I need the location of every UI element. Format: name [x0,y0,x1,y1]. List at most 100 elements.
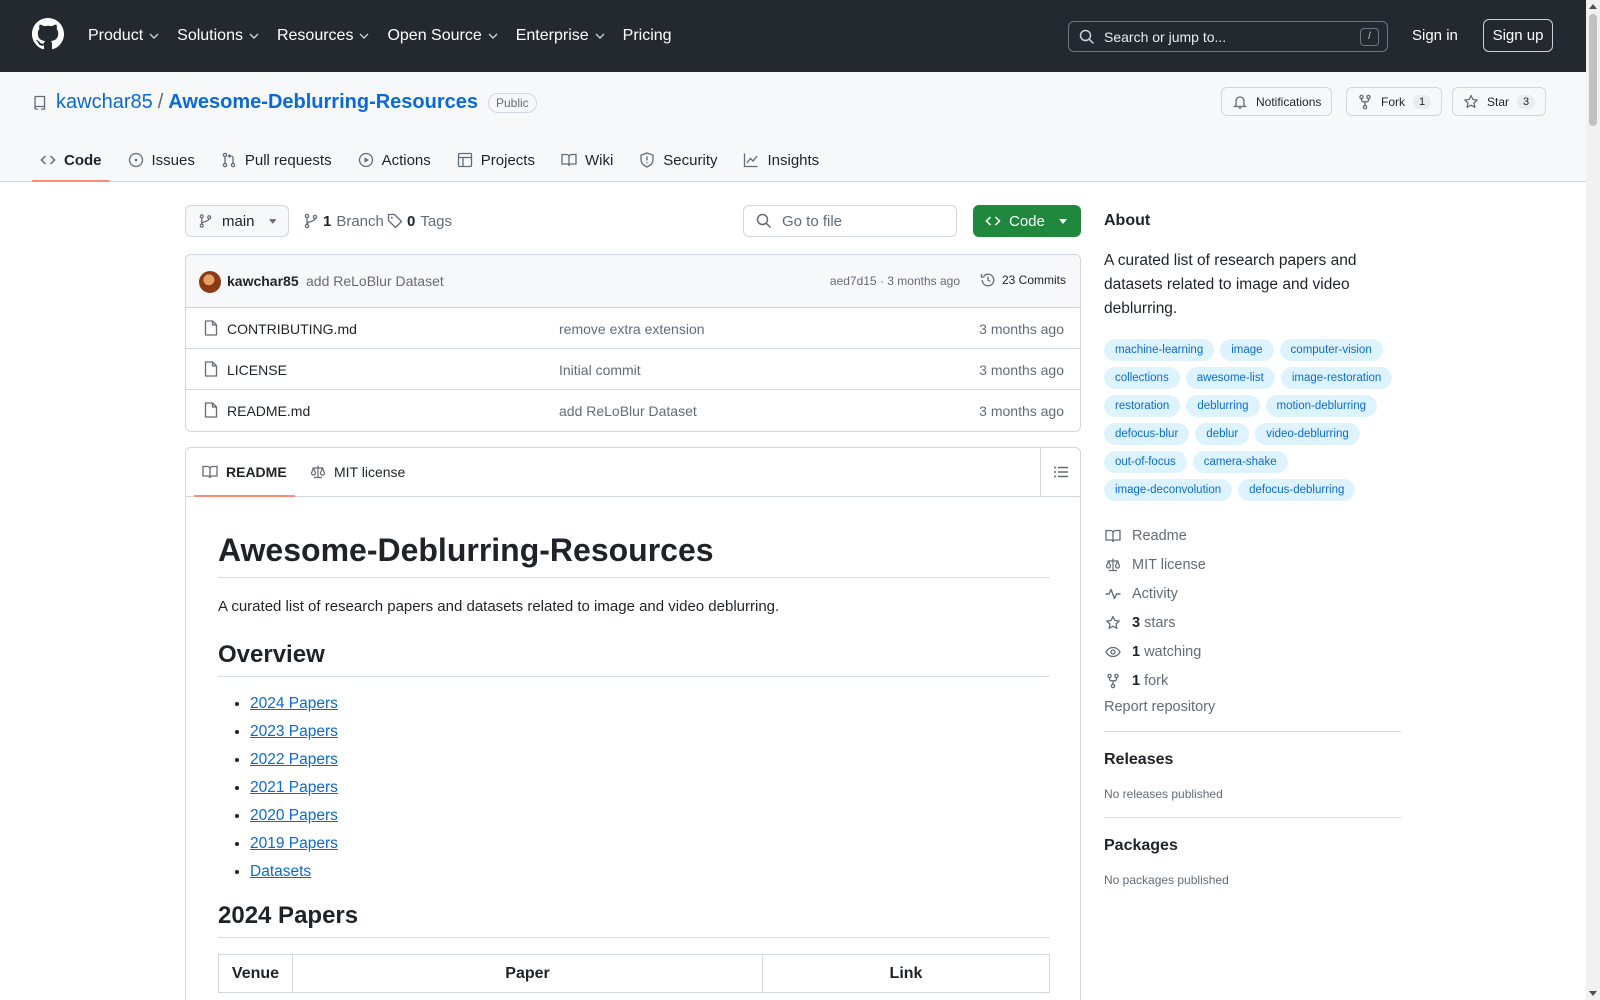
overview-link[interactable]: Datasets [250,863,311,880]
overview-link[interactable]: 2023 Papers [250,723,338,740]
license-link[interactable]: MIT license [1104,550,1401,579]
outline-button[interactable] [1040,448,1080,496]
search-input[interactable]: Search or jump to... / [1068,21,1388,52]
fork-button[interactable]: Fork 1 [1346,87,1443,116]
tab-readme-label: README [226,464,287,480]
file-name-link[interactable]: LICENSE [227,362,287,378]
watchers-link[interactable]: 1 watching [1104,637,1401,666]
scroll-up-arrow-icon[interactable] [1589,4,1597,9]
tab-security[interactable]: Security [631,138,725,182]
tab-insights[interactable]: Insights [735,138,827,182]
nav-product[interactable]: Product [88,27,159,45]
list-item: 2019 Papers [250,833,1050,861]
topic-list: machine-learning image computer-vision c… [1104,339,1401,507]
star-button[interactable]: Star 3 [1452,87,1547,116]
file-commit-message[interactable]: Initial commit [559,362,641,378]
tab-license[interactable]: MIT license [310,448,405,496]
table-row[interactable]: CONTRIBUTING.md remove extra extension 3… [186,308,1080,349]
column-header-venue: Venue [218,954,293,993]
overview-link[interactable]: 2022 Papers [250,751,338,768]
code-dropdown-button[interactable]: Code [973,205,1081,237]
notifications-button[interactable]: Notifications [1221,87,1333,116]
topic-tag[interactable]: image-deconvolution [1104,479,1233,501]
global-header: Product Solutions Resources Open Source … [0,0,1586,72]
tab-actions-label: Actions [381,151,431,169]
tab-actions[interactable]: Actions [350,138,439,182]
forks-link[interactable]: 1 fork [1104,666,1401,695]
nav-pricing[interactable]: Pricing [623,27,672,45]
overview-link[interactable]: 2024 Papers [250,695,338,712]
table-row[interactable]: LICENSE Initial commit 3 months ago [186,349,1080,390]
fork-label: fork [1144,672,1169,689]
nav-enterprise[interactable]: Enterprise [516,27,605,45]
file-commit-message[interactable]: add ReLoBlur Dataset [559,403,697,419]
overview-link[interactable]: 2021 Papers [250,779,338,796]
file-name-link[interactable]: README.md [227,403,310,419]
avatar[interactable] [199,271,221,293]
topic-tag[interactable]: defocus-deblurring [1238,479,1356,501]
overview-link[interactable]: 2019 Papers [250,835,338,852]
tab-issues[interactable]: Issues [120,138,203,182]
topic-tag[interactable]: defocus-blur [1104,423,1190,445]
commit-author-link[interactable]: kawchar85 [227,273,299,289]
tab-code[interactable]: Code [32,138,110,182]
topic-tag[interactable]: collections [1104,367,1180,389]
repo-name-link[interactable]: Awesome-Deblurring-Resources [168,91,478,114]
releases-heading[interactable]: Releases [1104,751,1401,769]
report-repository-link[interactable]: Report repository [1104,699,1401,715]
tag-icon [387,213,403,229]
nav-open-source[interactable]: Open Source [387,27,498,45]
list-item: 2024 Papers [250,693,1050,721]
table-row[interactable]: README.md add ReLoBlur Dataset 3 months … [186,390,1080,431]
page-scrollbar[interactable] [1586,0,1600,1000]
sign-in-link[interactable]: Sign in [1412,27,1458,44]
topic-tag[interactable]: video-deblurring [1255,423,1360,445]
nav-solutions[interactable]: Solutions [177,27,259,45]
activity-link[interactable]: Activity [1104,579,1401,608]
topic-tag[interactable]: deblurring [1186,395,1260,417]
topic-tag[interactable]: image [1220,339,1274,361]
topic-tag[interactable]: out-of-focus [1104,451,1187,473]
packages-heading[interactable]: Packages [1104,837,1401,855]
branch-select-button[interactable]: main [185,205,289,237]
scroll-down-arrow-icon[interactable] [1589,991,1597,996]
scrollbar-thumb[interactable] [1589,14,1597,126]
fork-count: 1 [1132,672,1141,689]
file-age: 3 months ago [979,403,1064,419]
nav-resources[interactable]: Resources [277,27,369,45]
list-item: 2021 Papers [250,777,1050,805]
tab-pull-requests[interactable]: Pull requests [213,138,340,182]
topic-tag[interactable]: awesome-list [1185,367,1275,389]
commit-message-link[interactable]: add ReLoBlur Dataset [306,273,444,289]
tab-readme[interactable]: README [194,448,295,497]
topic-tag[interactable]: restoration [1104,395,1181,417]
search-shortcut-hint: / [1360,28,1379,46]
table-header-row: Venue Paper Link [218,954,1050,993]
topic-tag[interactable]: deblur [1195,423,1250,445]
commits-link[interactable]: 23 Commits [980,272,1066,288]
tags-link[interactable]: 0 Tags [387,205,452,237]
overview-link[interactable]: 2020 Papers [250,807,338,824]
tab-projects[interactable]: Projects [449,138,543,182]
graph-icon [744,153,758,168]
file-commit-message[interactable]: remove extra extension [559,321,705,337]
main-column: main 1 Branch 0 Tags Go to file Code kaw… [185,205,1081,1000]
file-name-link[interactable]: CONTRIBUTING.md [227,321,357,337]
nav-open-source-label: Open Source [387,27,482,44]
go-to-file-input[interactable]: Go to file [743,205,957,237]
github-logo-icon[interactable] [32,18,64,50]
stars-link[interactable]: 3 stars [1104,608,1401,637]
topic-tag[interactable]: camera-shake [1192,451,1288,473]
topic-tag[interactable]: computer-vision [1279,339,1383,361]
readme-link[interactable]: Readme [1104,521,1401,550]
topic-tag[interactable]: motion-deblurring [1265,395,1377,417]
topic-tag[interactable]: image-restoration [1280,367,1393,389]
sign-up-button[interactable]: Sign up [1483,19,1553,52]
branch-icon [304,213,318,229]
branches-link[interactable]: 1 Branch [303,205,384,237]
topic-tag[interactable]: machine-learning [1104,339,1215,361]
repo-owner-link[interactable]: kawchar85 [56,91,153,114]
commit-hash-time[interactable]: aed7d15 · 3 months ago [830,274,960,288]
tab-wiki[interactable]: Wiki [553,138,621,182]
pulse-icon [1105,588,1121,599]
